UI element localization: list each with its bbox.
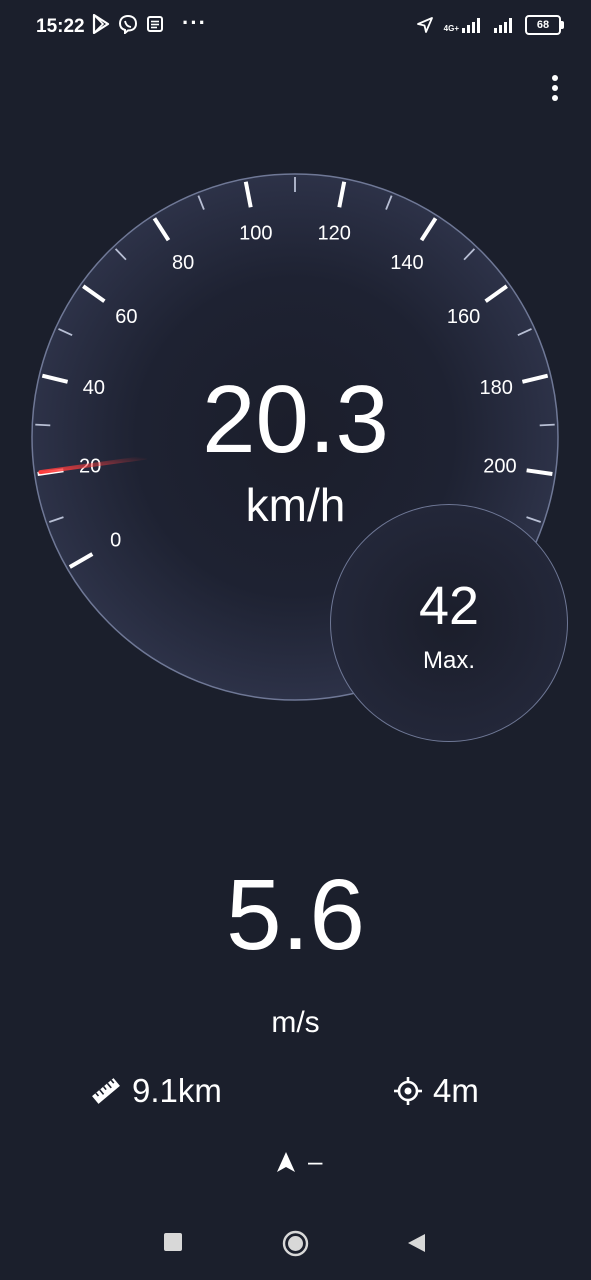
current-speed-value: 20.3 <box>202 366 389 473</box>
gauge-tick-label: 100 <box>239 223 272 245</box>
distance-stat: 9.1km <box>90 1072 222 1110</box>
ruler-icon <box>92 1078 120 1104</box>
distance-value: 9.1km <box>132 1072 222 1109</box>
system-nav-bar <box>0 1212 591 1280</box>
home-circle-icon[interactable] <box>282 1230 309 1257</box>
back-triangle-icon[interactable] <box>406 1232 426 1254</box>
accuracy-value: 4m <box>433 1072 479 1109</box>
max-speed-value: 42 <box>418 576 480 636</box>
speed-ms-value: 5.6 <box>225 859 365 971</box>
recents-square-icon[interactable] <box>163 1232 183 1252</box>
max-speed-label: Max. <box>422 647 475 674</box>
gauge-tick-label: 60 <box>115 306 137 328</box>
gauge-tick-label: 120 <box>317 223 350 245</box>
heading-value: – <box>308 1146 323 1176</box>
gauge-tick-label: 80 <box>172 252 194 274</box>
gauge-tick-label: 140 <box>390 252 423 274</box>
navigation-arrow-icon <box>277 1151 295 1172</box>
max-speed-badge[interactable]: 42 Max. <box>330 504 568 742</box>
accuracy-stat: 4m <box>393 1072 479 1110</box>
crosshair-icon <box>394 1077 422 1105</box>
speed-ms-unit: m/s <box>271 1006 320 1039</box>
gauge-tick-label: 160 <box>447 306 480 328</box>
heading-stat: – <box>276 1146 322 1177</box>
gauge-tick-label: 0 <box>110 530 121 552</box>
